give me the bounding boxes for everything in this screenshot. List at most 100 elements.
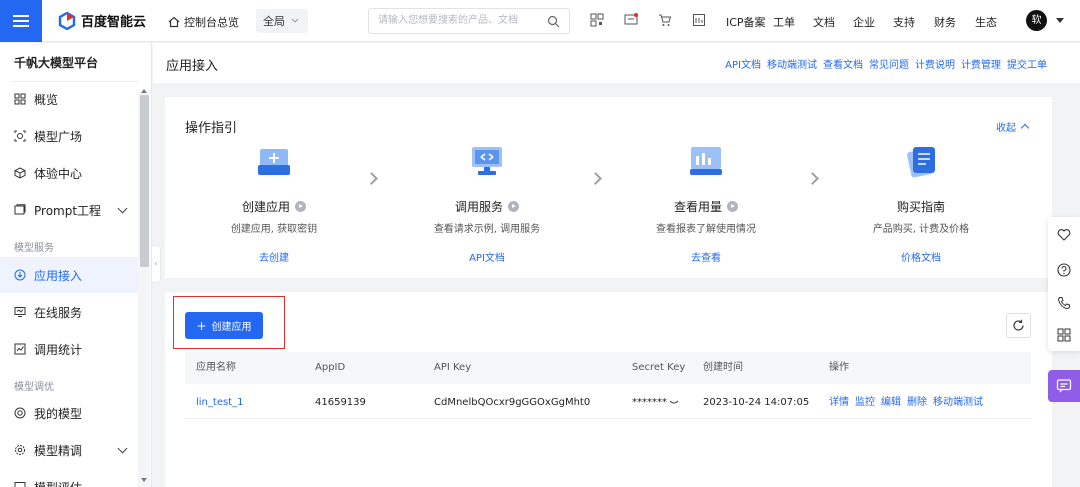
play-video-icon[interactable]	[727, 201, 738, 212]
target-icon	[14, 407, 26, 419]
sidebar-item-model-square[interactable]: 模型广场	[0, 118, 138, 154]
step-link-create[interactable]: 去创建	[194, 249, 354, 264]
link-billing-manage[interactable]: 计费管理	[961, 56, 1001, 71]
link-view-docs[interactable]: 查看文档	[823, 56, 863, 71]
sidebar-item-eval[interactable]: 模型评估	[0, 469, 138, 487]
op-delete[interactable]: 删除	[907, 397, 927, 408]
account-caret-icon[interactable]	[1056, 18, 1064, 23]
console-home-link[interactable]: 控制台总览	[168, 14, 239, 30]
sidebar-item-app-access[interactable]: 应用接入	[0, 257, 138, 293]
op-mobile-test[interactable]: 移动端测试	[933, 397, 983, 408]
region-value: 全局	[263, 15, 285, 28]
sidebar-item-label: 模型广场	[34, 129, 83, 144]
step-link-view[interactable]: 去查看	[626, 249, 786, 264]
purchase-guide-illustration-icon	[907, 147, 935, 178]
grid-icon	[14, 93, 26, 105]
chevron-down-icon[interactable]	[117, 203, 128, 214]
col-operations: 操作	[829, 362, 849, 373]
link-faq[interactable]: 常见问题	[869, 56, 909, 71]
menu-button[interactable]	[0, 0, 42, 42]
sidebar: 千帆大模型平台 概览 模型广场 体验中心 Prompt工程 模型服务 应用接入 …	[0, 43, 152, 487]
phone-icon[interactable]	[1057, 296, 1071, 310]
sidebar-item-label: 模型评估	[34, 479, 82, 487]
sidebar-item-fine-tune[interactable]: 模型精调	[0, 432, 138, 468]
col-app-id: AppID	[315, 362, 346, 373]
sidebar-scroll-thumb[interactable]	[140, 95, 149, 267]
op-monitor[interactable]: 监控	[855, 397, 875, 408]
link-billing-info[interactable]: 计费说明	[915, 56, 955, 71]
step-link-api-docs[interactable]: API文档	[407, 249, 567, 264]
nav-ticket[interactable]: 工单	[773, 14, 813, 30]
chat-assistant-button[interactable]	[1048, 370, 1080, 402]
sidebar-item-call-stats[interactable]: 调用统计	[0, 331, 138, 367]
scroll-down-icon[interactable]	[141, 478, 147, 482]
qrcode-icon[interactable]	[590, 13, 604, 27]
cart-icon[interactable]	[658, 13, 672, 27]
create-app-illustration-icon	[258, 149, 290, 175]
step-link-price-docs[interactable]: 价格文档	[841, 249, 1001, 264]
table-row: lin_test_1 41659139 CdMnelbQOcxr9gGGOxGg…	[185, 387, 1031, 419]
message-icon[interactable]	[624, 13, 638, 27]
chart-icon	[14, 343, 26, 355]
op-details[interactable]: 详情	[829, 397, 849, 408]
col-app-name: 应用名称	[196, 362, 236, 373]
nav-finance[interactable]: 财务	[934, 14, 975, 30]
bill-icon[interactable]	[692, 13, 706, 27]
guide-step-usage: 查看用量 查看报表了解使用情况 去查看	[626, 141, 786, 264]
sidebar-item-my-models[interactable]: 我的模型	[0, 395, 138, 431]
app-name-link[interactable]: lin_test_1	[196, 387, 243, 419]
nav-ecosystem[interactable]: 生态	[975, 14, 1005, 30]
chevron-down-icon[interactable]	[117, 443, 128, 454]
op-edit[interactable]: 编辑	[881, 397, 901, 408]
apps-grid-icon[interactable]	[1057, 328, 1071, 342]
nav-enterprise[interactable]: 企业	[853, 14, 893, 30]
cube-icon	[14, 167, 26, 179]
brand-logo[interactable]: 百度智能云	[58, 11, 146, 30]
app-id-value: 41659139	[315, 397, 366, 408]
search-input[interactable]: 请输入您想要搜索的产品、文档	[368, 8, 570, 34]
link-mobile-test[interactable]: 移动端测试	[767, 56, 817, 71]
sidebar-item-label: 我的模型	[34, 406, 83, 421]
section-model-tuning: 模型调优	[14, 382, 54, 393]
avatar[interactable]: 软	[1026, 10, 1047, 31]
guide-step-create: 创建应用 创建应用, 获取密钥 去创建	[194, 141, 354, 264]
play-video-icon[interactable]	[295, 201, 306, 212]
plus-icon: +	[196, 318, 207, 333]
sidebar-item-label: 在线服务	[34, 305, 83, 320]
create-app-button[interactable]: + 创建应用	[185, 312, 263, 339]
link-api-docs[interactable]: API文档	[725, 56, 761, 71]
help-icon[interactable]	[1057, 263, 1071, 277]
step-desc: 产品购买, 计费及价格	[872, 224, 970, 235]
header-links: API文档 移动端测试 查看文档 常见问题 计费说明 计费管理 提交工单	[725, 56, 1047, 71]
region-select[interactable]: 全局	[256, 9, 308, 33]
nav-docs[interactable]: 文档	[813, 14, 853, 30]
sidebar-item-experience[interactable]: 体验中心	[0, 155, 138, 191]
row-operations: 详情 监控 编辑 删除 移动端测试	[829, 387, 989, 419]
nav-icp[interactable]: ICP备案	[726, 14, 773, 30]
sidebar-item-label: 概览	[34, 92, 59, 107]
play-video-icon[interactable]	[508, 201, 519, 212]
heart-icon[interactable]	[1057, 228, 1071, 242]
sidebar-item-overview[interactable]: 概览	[0, 81, 138, 117]
search-icon[interactable]	[547, 15, 560, 28]
sidebar-item-label: 模型精调	[34, 443, 83, 458]
table-header: 应用名称 AppID API Key Secret Key 创建时间 操作	[185, 352, 1031, 384]
sidebar-collapse-toggle[interactable]: ‹	[152, 245, 161, 283]
eye-toggle-icon[interactable]	[669, 400, 679, 406]
scroll-up-icon[interactable]	[141, 89, 147, 93]
guide-collapse-button[interactable]: 收起	[996, 119, 1030, 134]
step-desc: 查看报表了解使用情况	[656, 224, 756, 235]
sidebar-item-prompt[interactable]: Prompt工程	[0, 192, 138, 228]
app-list-card: + 创建应用 应用名称 AppID API Key Secret Key 创建时…	[165, 292, 1052, 487]
chevron-down-icon	[291, 18, 299, 23]
link-submit-ticket[interactable]: 提交工单	[1007, 56, 1047, 71]
nav-support[interactable]: 支持	[893, 14, 934, 30]
hamburger-icon	[13, 15, 29, 27]
sidebar-title: 千帆大模型平台	[14, 56, 99, 70]
collapse-label: 收起	[996, 123, 1016, 134]
sidebar-item-online-service[interactable]: 在线服务	[0, 294, 138, 330]
refresh-button[interactable]	[1006, 313, 1031, 338]
step-title: 调用服务	[454, 200, 503, 214]
page-header: 应用接入 API文档 移动端测试 查看文档 常见问题 计费说明 计费管理 提交工…	[153, 43, 1080, 83]
step-title: 查看用量	[673, 200, 722, 214]
